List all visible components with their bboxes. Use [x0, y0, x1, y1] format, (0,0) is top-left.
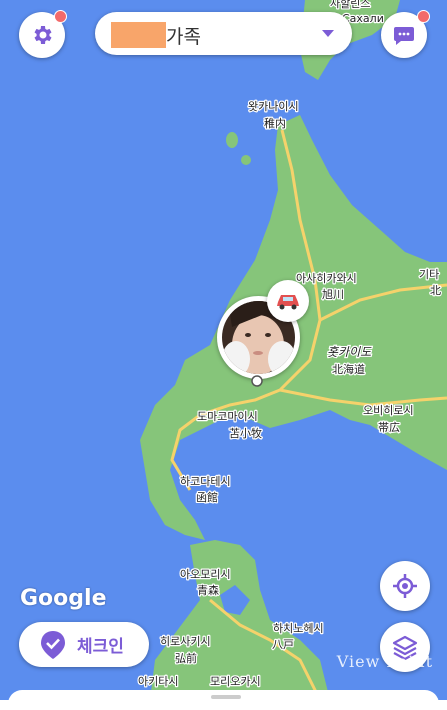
circle-name: 가족 — [166, 26, 201, 48]
checkin-button[interactable]: 체크인 — [19, 622, 149, 667]
map-label-kitami-jp: 北 — [430, 284, 441, 297]
map-label-hakodate-jp: 函館 — [196, 490, 218, 504]
map-label-wakkanai: 왓카나이시 — [248, 100, 299, 113]
sheet-grabber[interactable] — [211, 695, 241, 699]
redacted-name — [111, 22, 166, 48]
location-pin-icon — [251, 375, 263, 387]
location-check-icon — [41, 630, 65, 659]
map-label-obihiro-jp: 帯広 — [378, 421, 400, 434]
map-label-hokkaido-jp: 北海道 — [332, 362, 365, 376]
crosshair-icon — [393, 574, 417, 598]
map-label-hirosaki-jp: 弘前 — [175, 651, 197, 665]
map-label-asahikawa-jp: 旭川 — [322, 287, 344, 301]
map-label-sakhalin: 사할린스 — [330, 0, 370, 10]
map-label-hachinohe-jp: 八戸 — [272, 638, 294, 651]
chevron-down-icon — [322, 30, 334, 37]
map-label-kitami: 기타 — [419, 268, 439, 281]
gear-icon — [34, 26, 52, 44]
map-label-wakkanai-jp: 稚内 — [264, 116, 286, 130]
map-label-hachinohe: 하치노헤시 — [273, 621, 324, 635]
map-label-aomori: 아오모리시 — [180, 568, 231, 581]
bottom-sheet[interactable] — [8, 690, 439, 710]
map-label-akita: 아키타시 — [138, 675, 178, 688]
map-label-hakodate: 하코다테시 — [180, 474, 231, 488]
watermark: View Point — [336, 652, 433, 671]
messages-notification-dot — [417, 10, 430, 23]
map-label-obihiro: 오비히로시 — [363, 403, 414, 417]
map-attribution: Google — [20, 586, 107, 611]
map-label-morioka: 모리오카시 — [210, 675, 261, 688]
map-label-asahikawa: 아사히카와시 — [296, 271, 357, 285]
map-label-hokkaido: 홋카이도 — [327, 345, 372, 359]
chat-icon — [394, 27, 414, 45]
settings-notification-dot — [54, 10, 67, 23]
car-icon — [277, 295, 299, 310]
map-label-hirosaki: 히로사키시 — [160, 634, 211, 648]
recenter-button[interactable] — [380, 561, 430, 611]
map-label-tomakomai: 도마코마이시 — [197, 410, 258, 423]
driving-status-badge — [267, 280, 309, 322]
circle-selector[interactable]: 가족 — [95, 12, 352, 55]
map-label-tomakomai-jp: 苫小牧 — [229, 426, 262, 440]
map-label-aomori-jp: 青森 — [197, 583, 219, 597]
checkin-label: 체크인 — [77, 637, 124, 657]
